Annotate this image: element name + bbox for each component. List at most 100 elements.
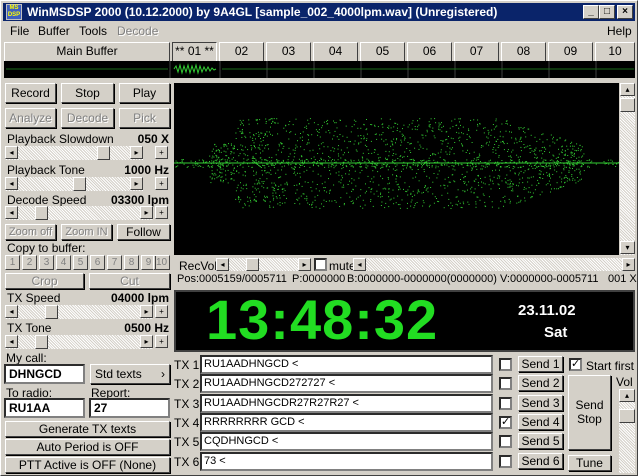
tab-buffer-02[interactable]: 02 <box>219 42 264 61</box>
tx-text-field[interactable]: RU1AADHNGCD272727 < <box>200 374 493 393</box>
send-button[interactable]: Send 1 <box>518 356 563 372</box>
tab-main-buffer[interactable]: Main Buffer <box>4 42 170 61</box>
tx-checkbox[interactable] <box>499 377 512 390</box>
tone-increase-icon[interactable]: + <box>155 177 168 190</box>
scroll-right-icon[interactable]: ▸ <box>140 206 153 219</box>
tx-checkbox[interactable] <box>499 397 512 410</box>
waveform-vertical-scrollbar[interactable]: ▴ ▾ <box>620 83 635 255</box>
scroll-right-icon[interactable]: ▸ <box>140 305 153 318</box>
zoom-off-button[interactable]: Zoom off <box>5 224 56 240</box>
pick-button[interactable]: Pick <box>119 108 170 128</box>
copy-buffer-6-button[interactable]: 6 <box>90 255 105 270</box>
copy-buffer-2-button[interactable]: 2 <box>22 255 37 270</box>
tab-buffer-10[interactable]: 10 <box>595 42 635 61</box>
copy-buffer-3-button[interactable]: 3 <box>39 255 54 270</box>
send-button[interactable]: Send 6 <box>518 453 563 469</box>
scroll-left-icon[interactable]: ◂ <box>5 305 18 318</box>
slider-thumb[interactable] <box>73 177 86 191</box>
tx-text-field[interactable]: 73 < <box>200 452 493 471</box>
scroll-left-icon[interactable]: ◂ <box>353 258 366 271</box>
send-stop-button[interactable]: Send Stop <box>568 375 611 450</box>
tx-checkbox[interactable] <box>499 455 512 468</box>
scroll-right-icon[interactable]: ▸ <box>140 335 153 348</box>
copy-buffer-8-button[interactable]: 8 <box>124 255 139 270</box>
maximize-button[interactable]: □ <box>599 5 615 19</box>
tab-buffer-01[interactable]: ** 01 ** <box>172 42 217 61</box>
scroll-up-icon[interactable]: ▴ <box>620 83 635 96</box>
close-button[interactable]: × <box>617 5 633 19</box>
analyze-button[interactable]: Analyze <box>5 108 56 128</box>
speed-increase-icon[interactable]: + <box>155 206 168 219</box>
position-scrollbar[interactable]: ◂ ▸ <box>353 258 635 271</box>
scroll-left-icon[interactable]: ◂ <box>216 258 229 271</box>
tx-text-field[interactable]: RU1AADHNGCD < <box>200 355 493 374</box>
playback-tone-slider[interactable]: ◂ ▸ <box>5 177 143 191</box>
tx-text-field[interactable]: CQDHNGCD < <box>200 432 493 451</box>
tx-text-field[interactable]: RU1AADHNGCDR27R27R27 < <box>200 394 493 413</box>
mute-checkbox[interactable] <box>314 258 327 271</box>
tab-buffer-05[interactable]: 05 <box>360 42 405 61</box>
tab-buffer-09[interactable]: 09 <box>548 42 593 61</box>
copy-buffer-1-button[interactable]: 1 <box>5 255 20 270</box>
scroll-left-icon[interactable]: ◂ <box>5 177 18 190</box>
slider-thumb[interactable] <box>97 146 110 160</box>
tab-buffer-07[interactable]: 07 <box>454 42 499 61</box>
menu-file[interactable]: File <box>10 24 29 38</box>
menu-buffer[interactable]: Buffer <box>38 24 70 38</box>
auto-period-button[interactable]: Auto Period is OFF <box>5 439 170 455</box>
cut-button[interactable]: Cut <box>89 273 170 289</box>
tx-checkbox[interactable] <box>499 435 512 448</box>
tx-checkbox[interactable]: ✓ <box>499 416 512 429</box>
decode-speed-slider[interactable]: ◂ ▸ <box>5 206 153 220</box>
tab-buffer-04[interactable]: 04 <box>313 42 358 61</box>
tx-speed-slider[interactable]: ◂ ▸ <box>5 305 153 319</box>
report-input[interactable]: 27 <box>89 398 170 418</box>
recvol-slider[interactable]: ◂ ▸ <box>216 258 311 271</box>
tx-speed-increase-icon[interactable]: + <box>155 305 168 318</box>
copy-buffer-4-button[interactable]: 4 <box>56 255 71 270</box>
crop-button[interactable]: Crop <box>5 273 84 289</box>
send-button[interactable]: Send 2 <box>518 375 563 391</box>
scroll-thumb[interactable] <box>620 98 635 112</box>
std-texts-button[interactable]: Std texts › <box>90 364 170 384</box>
playback-slowdown-slider[interactable]: ◂ ▸ <box>5 146 143 160</box>
menu-decode[interactable]: Decode <box>117 24 158 38</box>
tab-buffer-08[interactable]: 08 <box>501 42 546 61</box>
decode-button[interactable]: Decode <box>61 108 114 128</box>
tune-button[interactable]: Tune <box>568 455 611 471</box>
copy-buffer-7-button[interactable]: 7 <box>107 255 122 270</box>
tx-tone-slider[interactable]: ◂ ▸ <box>5 335 153 349</box>
ptt-active-button[interactable]: PTT Active is OFF (None) <box>5 457 170 473</box>
slider-thumb[interactable] <box>35 206 48 220</box>
slider-thumb[interactable] <box>246 258 259 271</box>
tx-checkbox[interactable] <box>499 358 512 371</box>
volume-slider[interactable]: ▴ <box>619 389 635 473</box>
send-button[interactable]: Send 4 <box>518 414 563 430</box>
tx-text-field[interactable]: RRRRRRRR GCD < <box>200 413 493 432</box>
generate-tx-texts-button[interactable]: Generate TX texts <box>5 421 170 437</box>
to-radio-input[interactable]: RU1AA <box>4 398 85 418</box>
copy-buffer-5-button[interactable]: 5 <box>73 255 88 270</box>
scroll-right-icon[interactable]: ▸ <box>622 258 635 271</box>
scroll-right-icon[interactable]: ▸ <box>130 177 143 190</box>
scroll-up-icon[interactable]: ▴ <box>619 389 635 402</box>
send-button[interactable]: Send 5 <box>518 433 563 449</box>
minimize-button[interactable]: _ <box>583 5 599 19</box>
waveform-display[interactable] <box>174 83 619 255</box>
scroll-right-icon[interactable]: ▸ <box>130 146 143 159</box>
scroll-down-icon[interactable]: ▾ <box>620 241 635 254</box>
menu-help[interactable]: Help <box>607 24 632 38</box>
scroll-left-icon[interactable]: ◂ <box>5 206 18 219</box>
scroll-left-icon[interactable]: ◂ <box>5 146 18 159</box>
menu-tools[interactable]: Tools <box>79 24 107 38</box>
slowdown-increase-icon[interactable]: + <box>155 146 168 159</box>
slider-thumb[interactable] <box>619 409 635 423</box>
tab-buffer-06[interactable]: 06 <box>407 42 452 61</box>
follow-button[interactable]: Follow <box>117 224 170 240</box>
copy-buffer-10-button[interactable]: 10 <box>153 255 170 270</box>
scroll-right-icon[interactable]: ▸ <box>298 258 311 271</box>
zoom-in-button[interactable]: Zoom IN <box>61 224 112 240</box>
my-call-input[interactable]: DHNGCD <box>4 364 85 384</box>
slider-thumb[interactable] <box>45 305 58 319</box>
tab-buffer-03[interactable]: 03 <box>266 42 311 61</box>
